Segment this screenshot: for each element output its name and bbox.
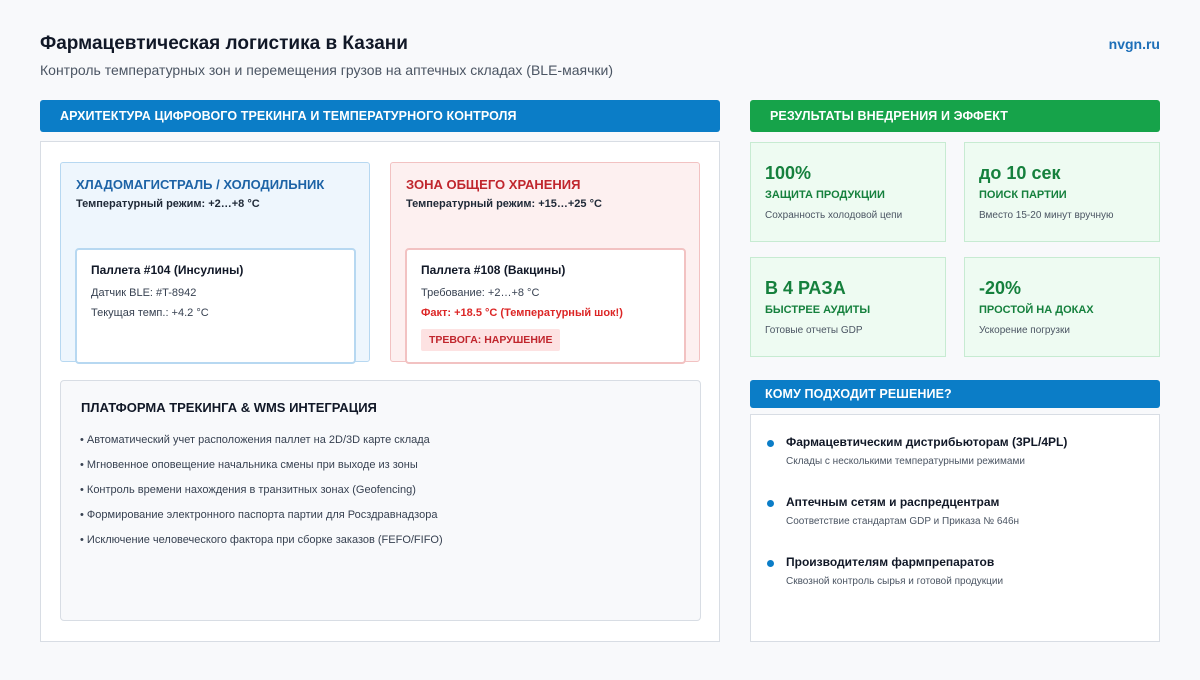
bullet-icon [767,440,774,447]
pallet-card-104[interactable]: Паллета #104 (Инсулины) Датчик BLE: #T-8… [75,248,356,364]
audience-title: Аптечным сетям и распредцентрам [786,495,1000,509]
metric-card: -20% Простой на доках Ускорение погрузки [964,257,1160,357]
audience-title: Фармацевтическим дистрибьюторам (3PL/4PL… [786,435,1068,449]
pallet-requirement: Требование: +2…+8 °C [421,287,540,299]
audience-title: Производителям фармпрепаратов [786,555,995,569]
pallet-actual-temperature: Факт: +18.5 °C (Температурный шок!) [421,307,623,319]
cold-zone: Хладомагистраль / Холодильник Температур… [60,162,370,364]
audience-subtitle: Соответствие стандартам GDP и Приказа № … [786,516,1020,527]
architecture-panel: Хладомагистраль / Холодильник Температур… [40,141,720,642]
warm-zone-title: Зона общего хранения [406,177,581,192]
pallet-sensor: Датчик BLE: #T-8942 [91,287,197,299]
page-subtitle: Контроль температурных зон и перемещения… [40,62,613,78]
metric-value: 100% [765,163,812,183]
list-item: • Контроль времени нахождения в транзитн… [80,484,416,496]
cold-zone-title: Хладомагистраль / Холодильник [76,177,325,192]
list-item: • Исключение человеческого фактора при с… [80,534,443,546]
metric-value: -20% [979,278,1022,298]
metric-note: Вместо 15-20 минут вручную [979,210,1114,221]
pallet-temperature: Текущая темп.: +4.2 °C [91,307,209,319]
metric-note: Сохранность холодовой цепи [765,210,903,221]
audience-panel: Фармацевтическим дистрибьюторам (3PL/4PL… [750,414,1160,642]
warm-zone: Зона общего хранения Температурный режим… [390,162,700,364]
metric-label: Защита продукции [765,189,885,201]
platform-feature-list: • Автоматический учет расположения палле… [80,434,443,559]
pallet-name: Паллета #104 (Инсулины) [91,263,244,277]
bullet-icon [767,500,774,507]
metric-label: Поиск партии [979,189,1067,201]
bullet-icon [767,560,774,567]
list-item: • Формирование электронного паспорта пар… [80,509,438,521]
metric-label: Простой на доках [979,304,1094,316]
results-header: Результаты внедрения и эффект [750,100,1160,132]
metric-note: Ускорение погрузки [979,325,1070,336]
warm-zone-mode: Температурный режим: +15…+25 °C [406,198,602,210]
platform-panel: Платформа трекинга & WMS интеграция • Ав… [60,380,701,621]
pallet-card-108[interactable]: Паллета #108 (Вакцины) Требование: +2…+8… [405,248,686,364]
architecture-header: Архитектура цифрового трекинга и темпера… [40,100,720,132]
site-link[interactable]: nvgn.ru [1109,36,1160,52]
alert-badge: Тревога: нарушение [421,329,561,351]
list-item: • Автоматический учет расположения палле… [80,434,430,446]
platform-title: Платформа трекинга & WMS интеграция [81,400,377,415]
metric-card: 100% Защита продукции Сохранность холодо… [750,142,946,242]
metric-card: В 4 РАЗА Быстрее аудиты Готовые отчеты G… [750,257,946,357]
audience-header: Кому подходит решение? [750,380,1160,408]
metric-value: до 10 сек [979,163,1061,183]
audience-subtitle: Склады с несколькими температурными режи… [786,456,1025,467]
metric-label: Быстрее аудиты [765,304,871,316]
metric-value: В 4 РАЗА [765,278,846,298]
cold-zone-mode: Температурный режим: +2…+8 °C [76,198,260,210]
audience-subtitle: Сквозной контроль сырья и готовой продук… [786,576,1004,587]
metric-card: до 10 сек Поиск партии Вместо 15-20 мину… [964,142,1160,242]
page-title: Фармацевтическая логистика в Казани [40,33,408,54]
list-item: • Мгновенное оповещение начальника смены… [80,459,418,471]
metric-note: Готовые отчеты GDP [765,325,863,336]
pallet-name: Паллета #108 (Вакцины) [421,263,566,277]
